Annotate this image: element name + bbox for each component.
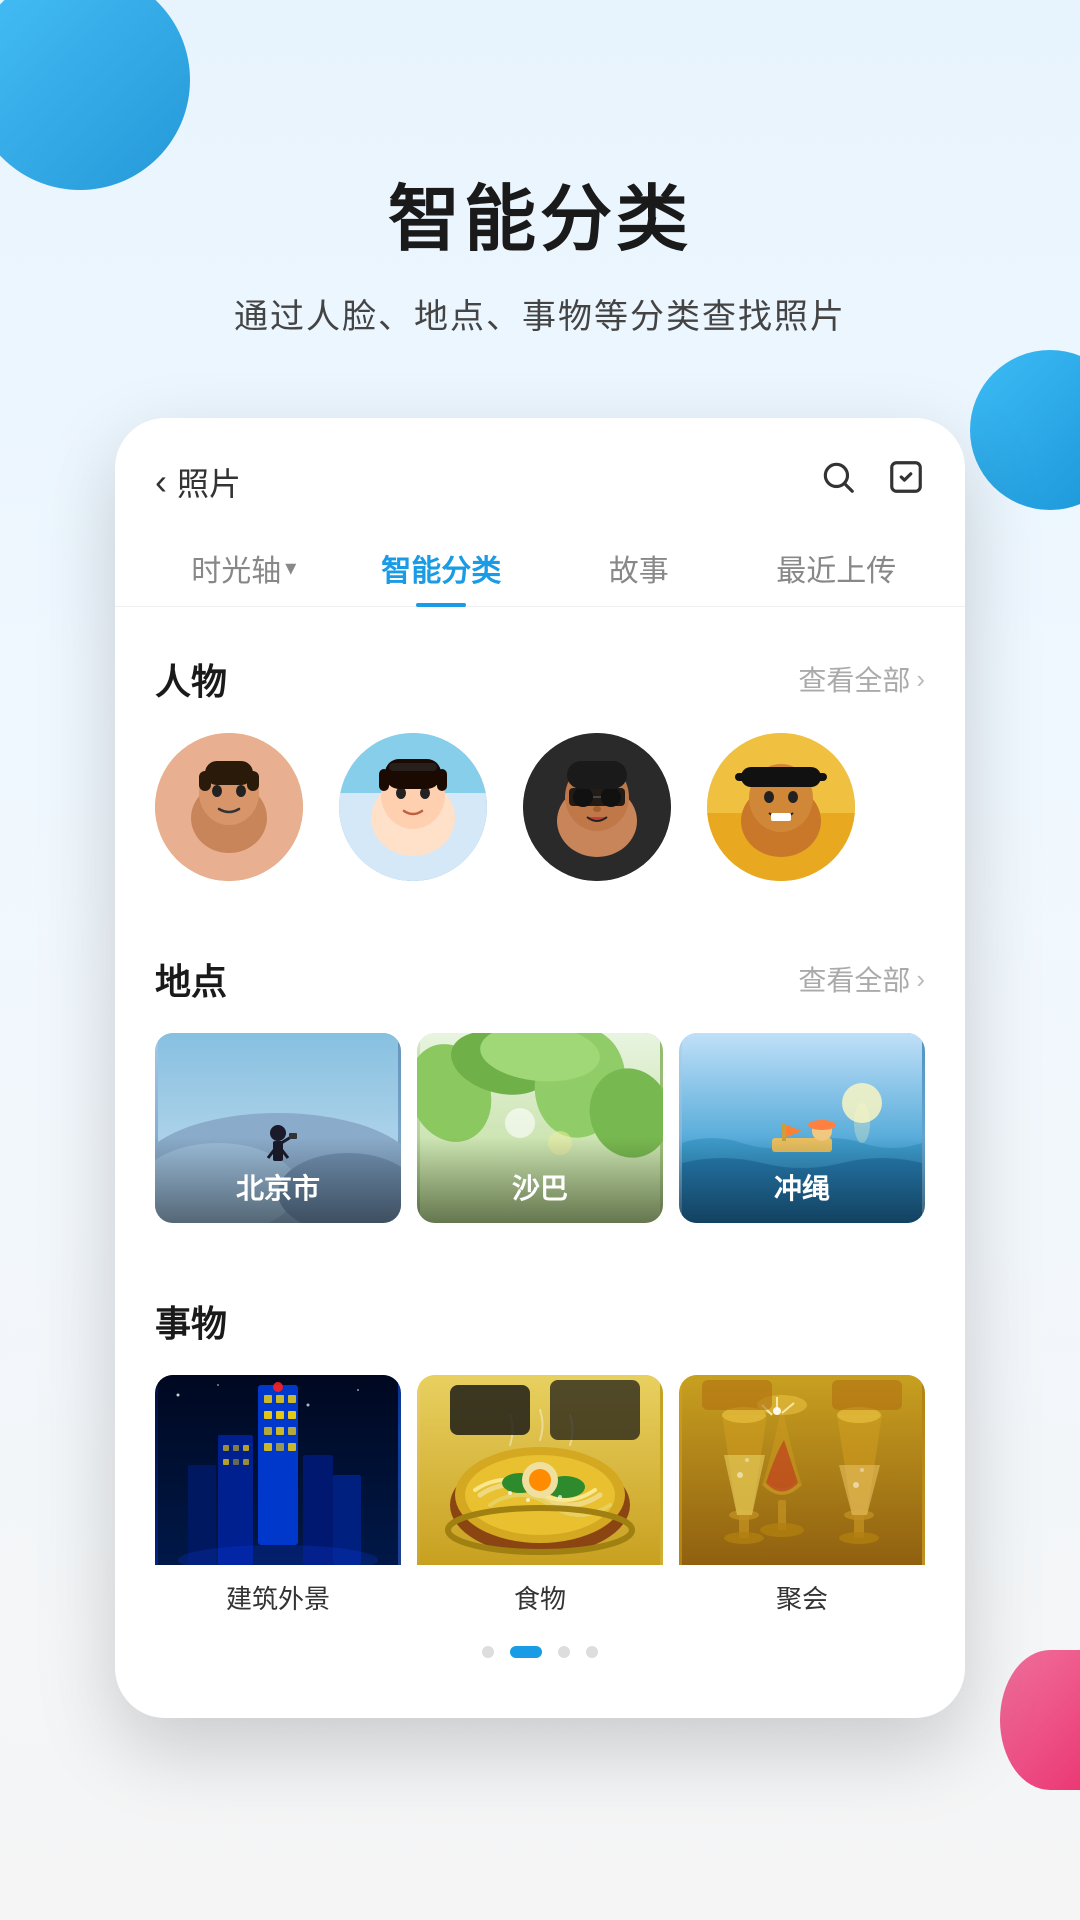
locations-section-header: 地点 查看全部 ›: [155, 953, 925, 1005]
tab-timeline[interactable]: 时光轴 ▾: [145, 526, 343, 606]
people-section-title: 人物: [155, 653, 227, 705]
person-avatar-1[interactable]: [155, 733, 303, 881]
nav-action-icons: [819, 458, 925, 506]
location-card-beijing[interactable]: 北京市: [155, 1033, 401, 1223]
locations-section-title: 地点: [155, 953, 227, 1005]
tab-smart-classify-label: 智能分类: [381, 555, 501, 588]
search-icon[interactable]: [819, 458, 857, 506]
indicator-dot-4: [586, 1646, 598, 1658]
nav-bar: ‹ 照片: [115, 418, 965, 526]
indicator-dot-3: [558, 1646, 570, 1658]
avatar-face-4: [707, 733, 855, 881]
thing-img-party: [679, 1375, 925, 1565]
location-label-sabah: 沙巴: [417, 1137, 663, 1223]
avatar-face-2: [339, 733, 487, 881]
thing-img-food: [417, 1375, 663, 1565]
location-card-okinawa[interactable]: 冲绳: [679, 1033, 925, 1223]
indicator-dot-1: [482, 1646, 494, 1658]
tab-recent-upload-label: 最近上传: [776, 555, 896, 588]
tab-stories[interactable]: 故事: [540, 526, 738, 606]
page-indicator: [115, 1616, 965, 1658]
people-avatars-row: [155, 733, 925, 917]
page-main-title: 智能分类: [0, 160, 1080, 265]
tab-timeline-label: 时光轴: [191, 546, 281, 590]
thing-img-architecture: [155, 1375, 401, 1565]
avatar-face-1: [155, 733, 303, 881]
thing-label-food: 食物: [417, 1565, 663, 1616]
location-label-beijing: 北京市: [155, 1137, 401, 1223]
dropdown-arrow-icon: ▾: [285, 555, 296, 581]
back-arrow-icon: ‹: [155, 461, 167, 503]
thing-label-architecture: 建筑外景: [155, 1565, 401, 1616]
thing-label-party: 聚会: [679, 1565, 925, 1616]
things-section-header: 事物: [155, 1295, 925, 1347]
things-grid: 建筑外景: [155, 1375, 925, 1616]
people-view-all-button[interactable]: 查看全部 ›: [798, 659, 925, 699]
blob-decoration-right-mid: [970, 350, 1080, 510]
select-icon[interactable]: [887, 458, 925, 506]
people-section-header: 人物 查看全部 ›: [155, 653, 925, 705]
locations-view-all-button[interactable]: 查看全部 ›: [798, 959, 925, 999]
person-avatar-2[interactable]: [339, 733, 487, 881]
thing-card-food[interactable]: 食物: [417, 1375, 663, 1616]
tab-smart-classify[interactable]: 智能分类: [343, 526, 541, 606]
locations-view-all-label: 查看全部: [798, 959, 910, 999]
location-card-sabah[interactable]: 沙巴: [417, 1033, 663, 1223]
tab-stories-label: 故事: [609, 555, 669, 588]
tab-recent-upload[interactable]: 最近上传: [738, 526, 936, 606]
people-view-all-arrow-icon: ›: [916, 664, 925, 695]
locations-section: 地点 查看全部 ›: [115, 917, 965, 1259]
thing-card-architecture[interactable]: 建筑外景: [155, 1375, 401, 1616]
person-avatar-4[interactable]: [707, 733, 855, 881]
things-section-title: 事物: [155, 1295, 227, 1347]
location-label-okinawa: 冲绳: [679, 1137, 925, 1223]
blob-decoration-bottom-right: [1000, 1650, 1080, 1790]
tab-bar: 时光轴 ▾ 智能分类 故事 最近上传: [115, 526, 965, 607]
people-section: 人物 查看全部 ›: [115, 617, 965, 917]
nav-back-button[interactable]: ‹ 照片: [155, 459, 241, 505]
locations-view-all-arrow-icon: ›: [916, 964, 925, 995]
locations-grid: 北京市: [155, 1033, 925, 1259]
header-section: 智能分类 通过人脸、地点、事物等分类查找照片: [0, 0, 1080, 338]
nav-back-label: 照片: [177, 459, 241, 505]
thing-card-party[interactable]: 聚会: [679, 1375, 925, 1616]
person-avatar-3[interactable]: [523, 733, 671, 881]
phone-mockup: ‹ 照片 时光轴 ▾: [115, 418, 965, 1718]
indicator-dot-2: [510, 1646, 542, 1658]
avatar-face-3: [523, 733, 671, 881]
page-subtitle: 通过人脸、地点、事物等分类查找照片: [0, 289, 1080, 338]
things-section: 事物: [115, 1259, 965, 1616]
people-view-all-label: 查看全部: [798, 659, 910, 699]
